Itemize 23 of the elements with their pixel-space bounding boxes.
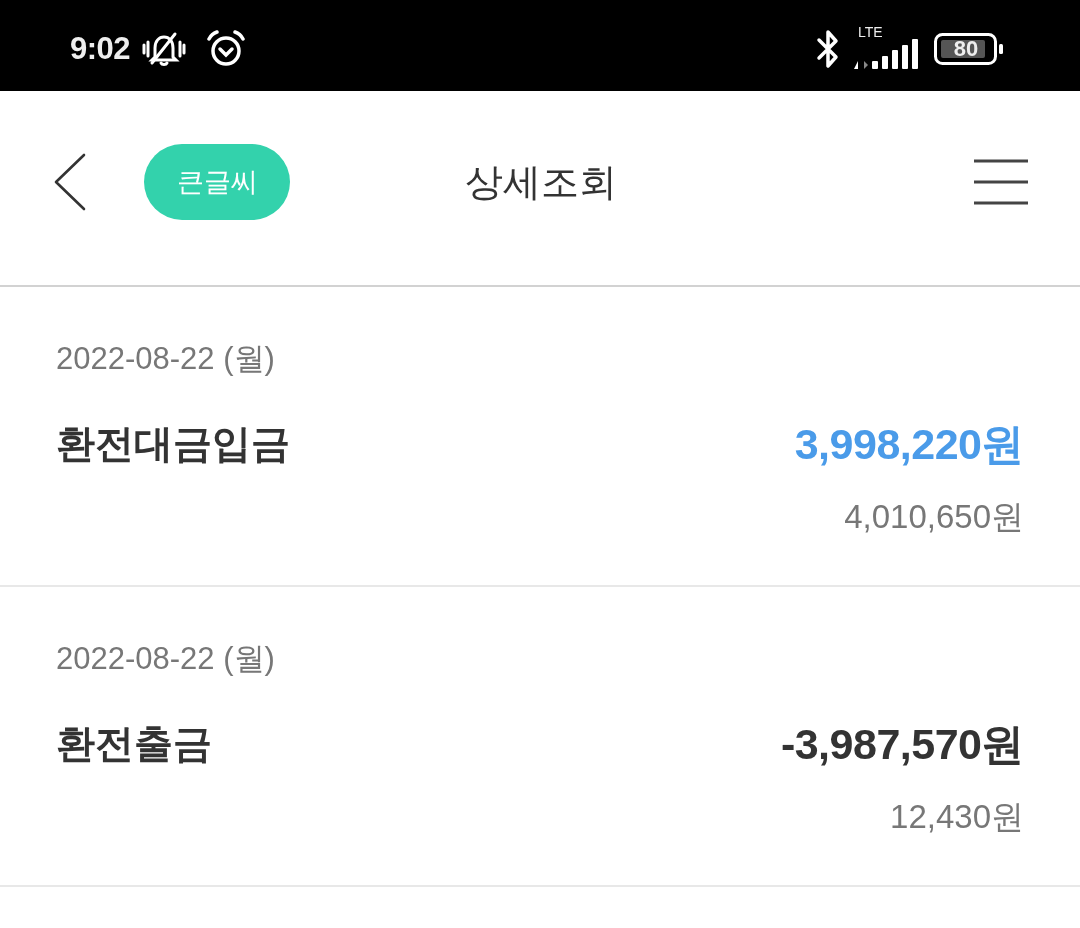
transaction-date: 2022-08-22 (월)	[56, 640, 276, 678]
clock-time: 9:02	[70, 30, 131, 67]
muted-bell-icon	[142, 30, 187, 67]
transaction-date: 2022-08-22 (월)	[56, 340, 276, 378]
transaction-amount: -3,987,570원	[780, 719, 1024, 770]
transaction-description: 환전출금	[56, 721, 212, 767]
back-button[interactable]	[54, 153, 86, 211]
transaction-description: 환전대금입금	[56, 421, 290, 467]
signal-bars-icon	[854, 38, 920, 69]
balance-amount: 12,430원	[890, 797, 1024, 837]
transaction-row[interactable]: 2022-08-22 (월) 환전출금 -3,987,570원 12,430원	[0, 587, 1080, 887]
page-title: 상세조회	[465, 160, 617, 205]
network-type-label: LTE	[858, 24, 883, 39]
alarm-clock-icon	[206, 29, 247, 68]
transaction-row[interactable]: 2022-08-22 (월) 환전대금입금 3,998,220원 4,010,650원	[0, 287, 1080, 587]
transaction-amount: 3,998,220원	[794, 419, 1024, 470]
battery-icon	[934, 32, 1004, 65]
bluetooth-icon	[816, 28, 840, 69]
menu-button[interactable]	[974, 159, 1028, 205]
balance-amount: 4,010,650원	[844, 497, 1024, 537]
battery-percent: 80	[952, 36, 980, 61]
back-chevron-icon	[54, 153, 86, 211]
menu-icon	[974, 159, 1028, 205]
